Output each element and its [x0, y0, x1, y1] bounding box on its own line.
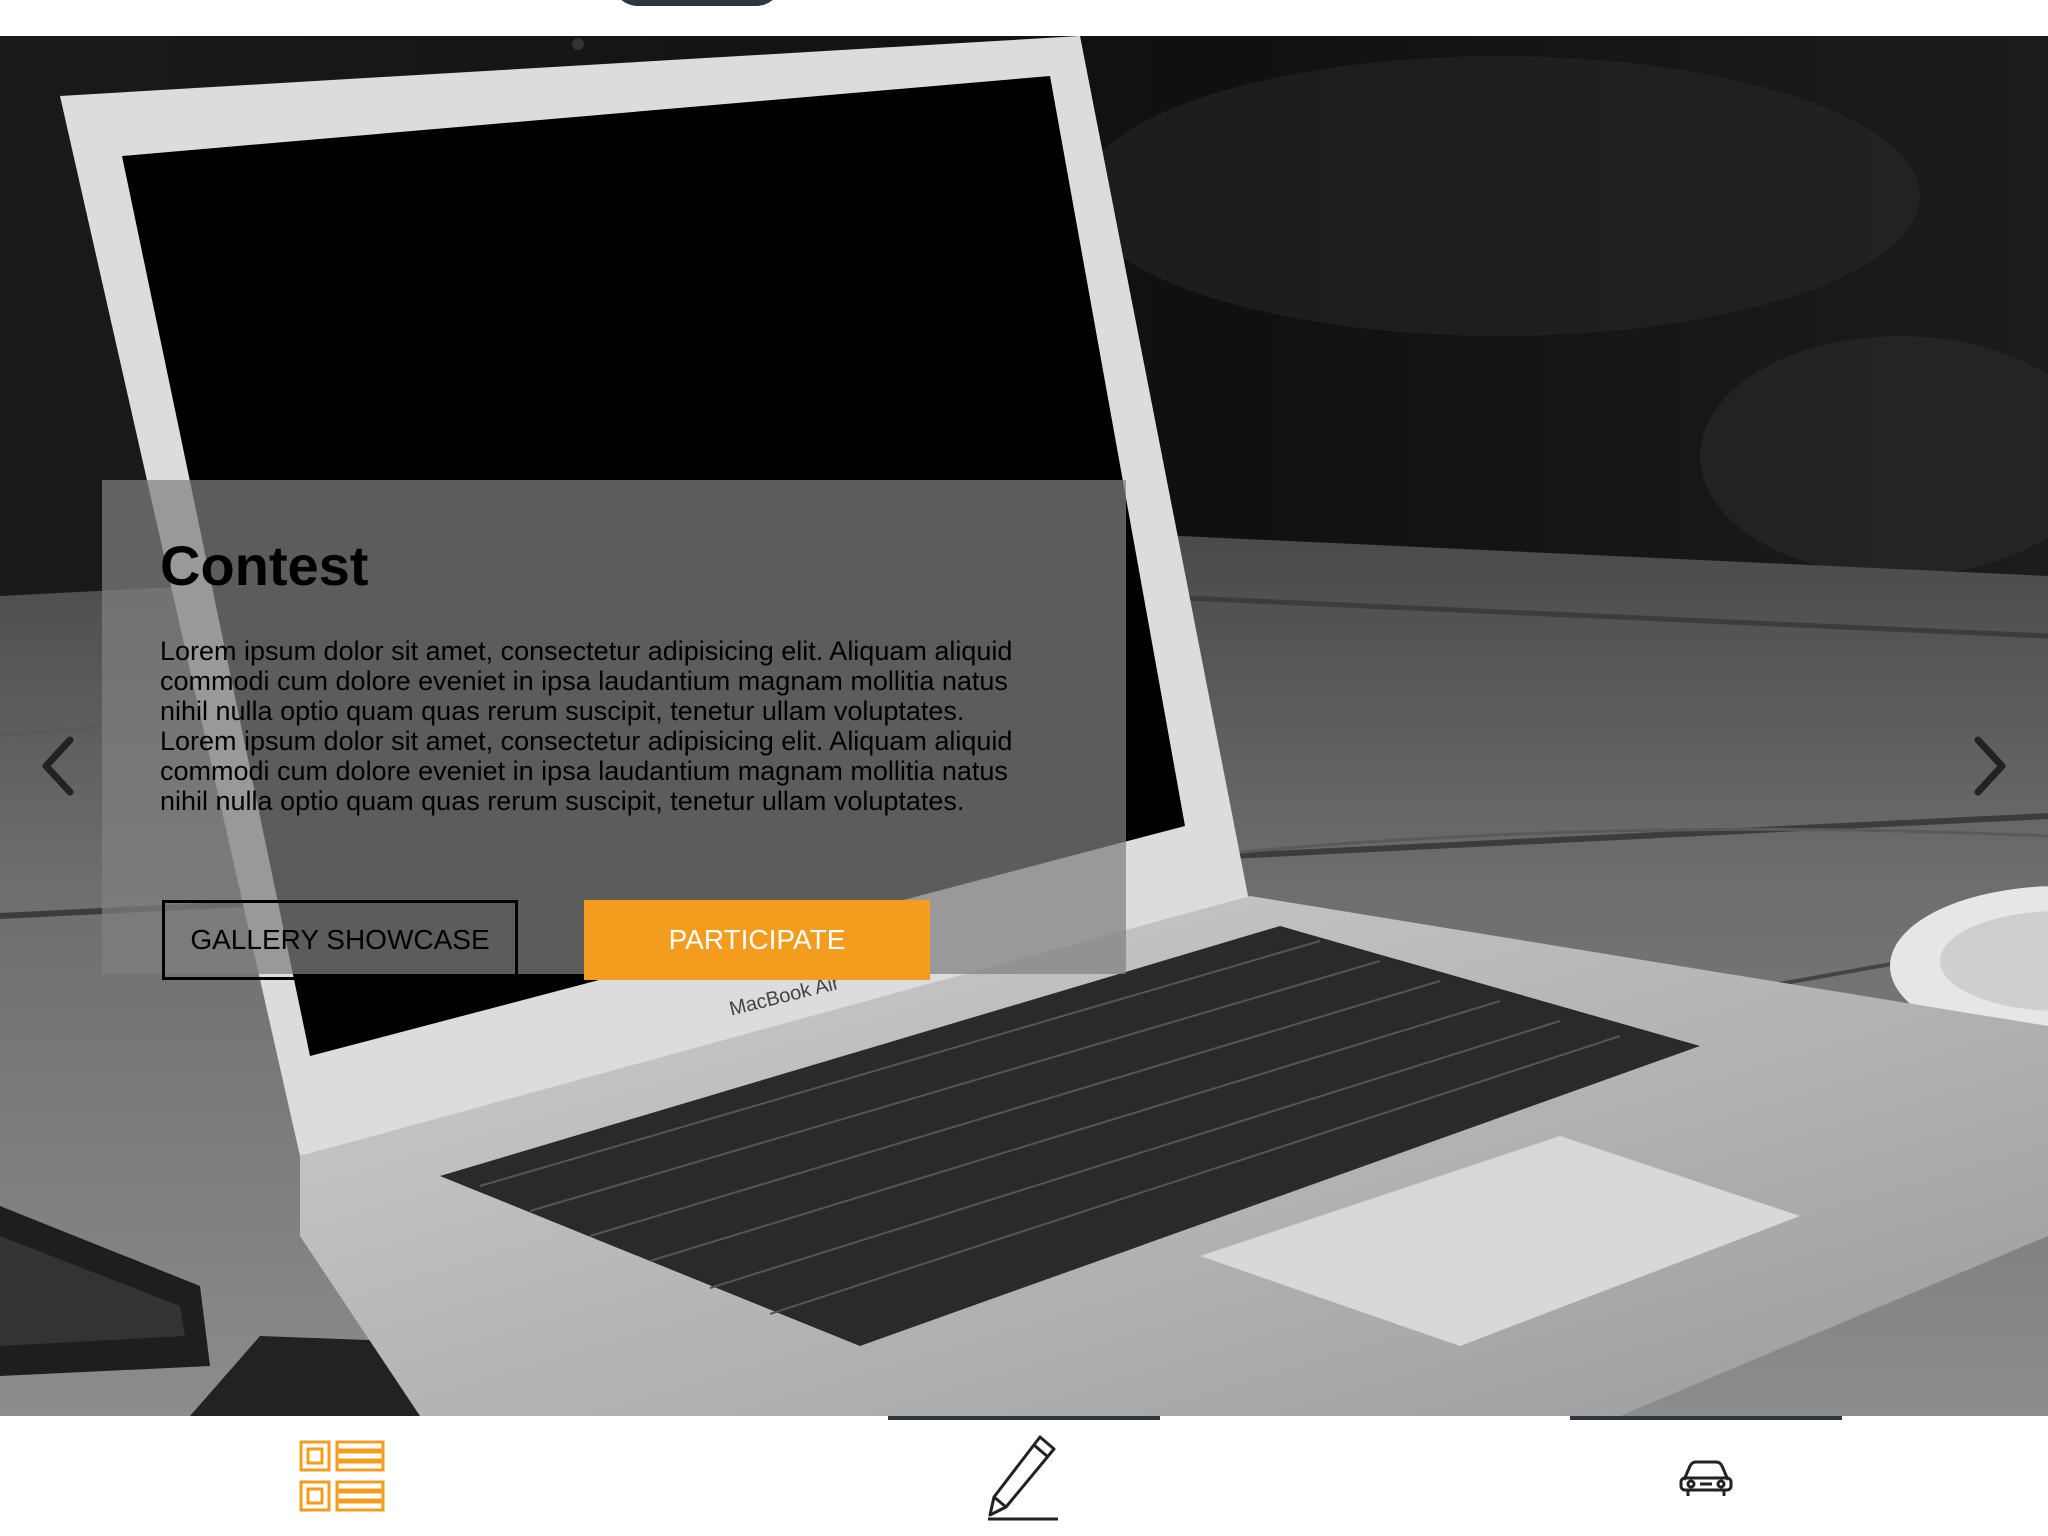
slider-prev-button[interactable] — [28, 726, 88, 806]
participate-button[interactable]: PARTICIPATE — [584, 900, 930, 980]
slide-paragraph: Lorem ipsum dolor sit amet, consectetur … — [160, 726, 1013, 816]
chevron-left-icon — [42, 736, 74, 796]
bottom-nav — [0, 1416, 2048, 1536]
slide-title: Contest — [160, 534, 369, 597]
car-icon — [1679, 1460, 1733, 1496]
chevron-right-icon — [1974, 736, 2006, 796]
caption-button-row: GALLERY SHOWCASE PARTICIPATE — [160, 900, 1060, 980]
slide-paragraph: Lorem ipsum dolor sit amet, consectetur … — [160, 636, 1013, 726]
slider-next-button[interactable] — [1960, 726, 2020, 806]
list-icon — [299, 1440, 385, 1512]
logo-icon[interactable] — [612, 0, 782, 6]
hero-slider: MacBook Air Contest Lorem ipsum dolor si… — [0, 36, 2048, 1416]
pencil-icon — [988, 1435, 1058, 1521]
nav-item-pencil[interactable] — [888, 1416, 1160, 1536]
slide-caption: Contest Lorem ipsum dolor sit amet, cons… — [102, 480, 1126, 980]
nav-item-list[interactable] — [206, 1416, 478, 1536]
nav-item-car[interactable] — [1570, 1416, 1842, 1536]
gallery-showcase-button[interactable]: GALLERY SHOWCASE — [162, 900, 518, 980]
top-header — [0, 0, 2048, 36]
